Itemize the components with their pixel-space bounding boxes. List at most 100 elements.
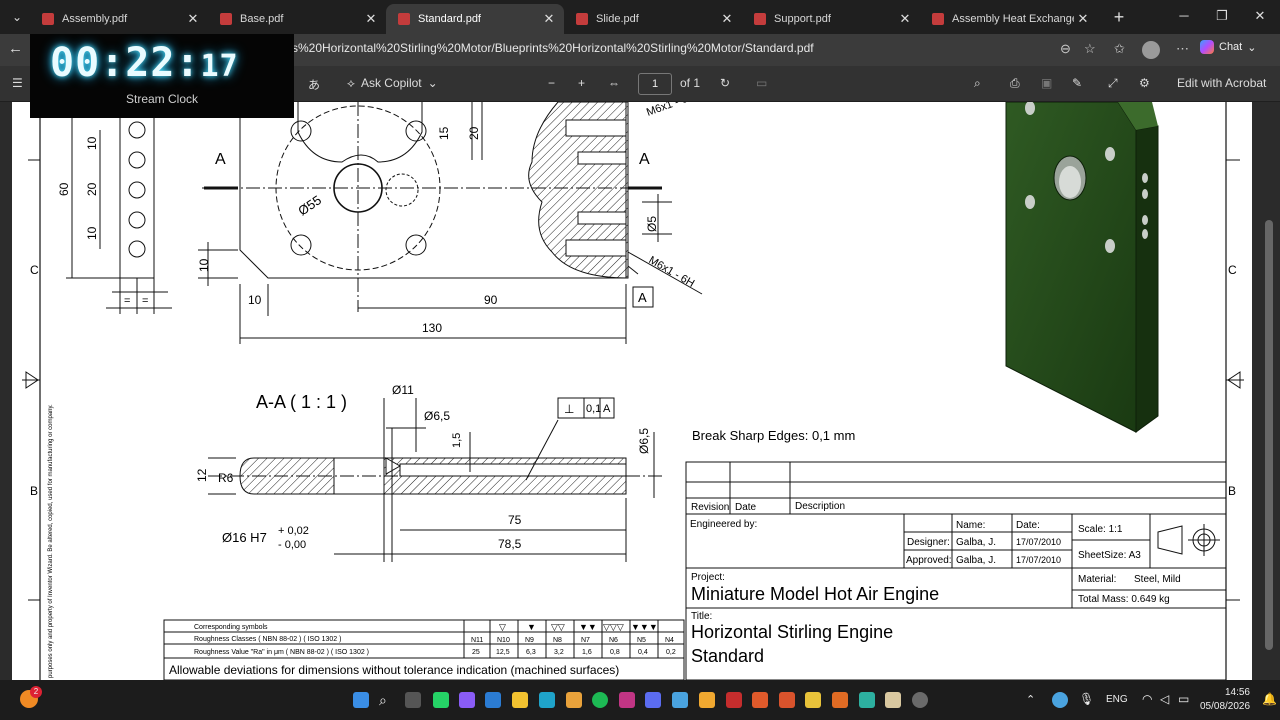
chevron-down-icon: ⌄ [1247,41,1257,54]
more-menu-icon[interactable]: ⋯ [1176,41,1189,57]
ask-copilot-button[interactable]: ⟡ Ask Copilot ⌄ [347,76,438,91]
app-icon[interactable] [485,692,501,708]
tab-label: Assembly.pdf [62,13,128,25]
vertical-scrollbar[interactable] [1262,102,1276,680]
zoom-icon[interactable]: ⊖ [1060,41,1071,57]
app-icon[interactable] [672,692,688,708]
search-icon[interactable]: ⌕ [379,692,395,708]
spotify-icon[interactable] [592,692,608,708]
dimension-label: 1,5 [451,433,463,448]
tray-chevron-icon[interactable]: ⌃ [1026,693,1035,706]
close-icon[interactable]: ✕ [896,11,914,27]
print-icon[interactable]: ⎙ [1010,76,1020,91]
app-icon[interactable] [459,692,475,708]
tab-standard[interactable]: Standard.pdf ✕ [386,4,564,34]
dimension-label: Ø6,5 [424,409,450,423]
tab-support[interactable]: Support.pdf ✕ [742,4,920,34]
close-icon[interactable]: ✕ [540,11,558,27]
close-window-button[interactable]: ✕ [1242,4,1278,28]
whatsapp-icon[interactable] [433,692,449,708]
section-marker: A [215,151,226,168]
edge-browser-icon[interactable] [539,692,555,708]
pdf-file-icon [576,13,588,25]
roughness-footer: Allowable deviations for dimensions with… [169,663,619,677]
edit-with-acrobat-button[interactable]: Edit with Acrobat [1177,76,1266,90]
favorites-icon[interactable]: ✩ [1114,41,1125,57]
tab-base[interactable]: Base.pdf ✕ [208,4,386,34]
page-view-icon[interactable]: ▭ [756,76,767,90]
dimension-label: 12 [195,468,209,482]
language-indicator[interactable]: ENG [1106,694,1128,705]
zoom-in-icon[interactable]: + [578,76,585,90]
app-icon[interactable] [859,692,875,708]
roughness-class: N11 [471,637,483,644]
app-icon[interactable] [912,692,928,708]
notifications-bell-icon[interactable]: 🔔 [1262,692,1277,706]
fullscreen-icon[interactable]: ⤢ [1108,76,1118,91]
roughness-symbol: ▼ [527,622,536,632]
pdf-file-icon [220,13,232,25]
microphone-icon[interactable]: 🎙 [1079,692,1094,706]
close-icon[interactable]: ✕ [362,11,380,27]
tab-slide[interactable]: Slide.pdf ✕ [564,4,742,34]
new-tab-button[interactable]: + [1108,6,1130,28]
onedrive-icon[interactable] [1052,692,1068,708]
scrollbar-thumb[interactable] [1265,220,1273,650]
close-icon[interactable]: ✕ [1074,11,1092,27]
dimension-label: 10 [248,293,262,307]
wifi-icon[interactable]: ◠ [1142,692,1152,706]
search-icon[interactable]: ⌕ [974,76,981,91]
tab-assembly[interactable]: Assembly.pdf ✕ [30,4,208,34]
roughness-class: N6 [609,637,618,644]
app-icon[interactable] [699,692,715,708]
url-field[interactable]: s%20Horizontal%20Stirling%20Motor/Bluepr… [292,41,814,55]
instagram-icon[interactable] [619,692,635,708]
file-explorer-icon[interactable] [512,692,528,708]
app-icon[interactable] [726,692,742,708]
zoom-out-icon[interactable]: − [548,76,555,90]
save-as-icon[interactable]: ✎ [1072,76,1082,90]
read-aloud-icon[interactable]: あ [308,76,320,93]
roughness-value: 0,2 [666,649,676,656]
volume-icon[interactable]: ◁ [1160,692,1169,706]
close-icon[interactable]: ✕ [718,11,736,27]
page-number-input[interactable]: 1 [638,73,672,95]
dimension-label: Ø6,5 [637,428,651,454]
app-icon[interactable] [885,692,901,708]
side-disclaimer: purposes only and property of Inventor W… [48,404,54,678]
powerpoint-icon[interactable] [779,692,795,708]
material-label: Material: [1078,574,1116,585]
save-icon[interactable]: ▣ [1041,76,1052,90]
settings-gear-icon[interactable]: ⚙ [1139,76,1150,90]
task-view-icon[interactable] [405,692,421,708]
rotate-icon[interactable]: ↻ [720,76,730,90]
app-icon[interactable] [805,692,821,708]
fit-page-icon[interactable]: ⇔ [608,76,620,90]
battery-icon[interactable]: ▭ [1178,692,1189,706]
minimize-button[interactable]: ─ [1166,4,1202,28]
copilot-icon [1200,40,1214,54]
favorite-star-icon[interactable]: ☆ [1084,41,1096,57]
centering-mark-right [1226,371,1244,389]
back-arrow-icon[interactable]: ← [8,40,23,57]
app-icon[interactable] [832,692,848,708]
tab-label: Standard.pdf [418,13,481,25]
dimension-label: 90 [484,293,498,307]
clock-time-tray[interactable]: 14:56 [1212,687,1250,698]
profile-avatar[interactable] [1142,41,1160,59]
close-icon[interactable]: ✕ [184,11,202,27]
tab-list-dropdown[interactable]: ⌄ [6,6,28,28]
copilot-chat-button[interactable]: Chat ⌄ [1200,40,1256,54]
start-windows-icon[interactable] [353,692,369,708]
dimension-label: Ø11 [392,383,414,397]
app-icon[interactable] [645,692,661,708]
maximize-button[interactable]: ❐ [1204,4,1240,28]
contents-menu-icon[interactable]: ☰ [12,76,23,90]
thread-callout: M6x1 - 6 [645,102,689,119]
app-icon[interactable] [752,692,768,708]
clock-date-tray[interactable]: 05/08/2026 [1200,701,1250,712]
windows-taskbar: 2 ⌕ ⌃ 🎙 ENG ◠ ◁ ▭ 14:56 05/08/2026 🔔 [0,680,1280,720]
roughness-value: 3,2 [554,649,564,656]
tab-heat-exchange[interactable]: Assembly Heat Exchange Cyl ✕ [920,4,1098,34]
chrome-icon[interactable] [566,692,582,708]
